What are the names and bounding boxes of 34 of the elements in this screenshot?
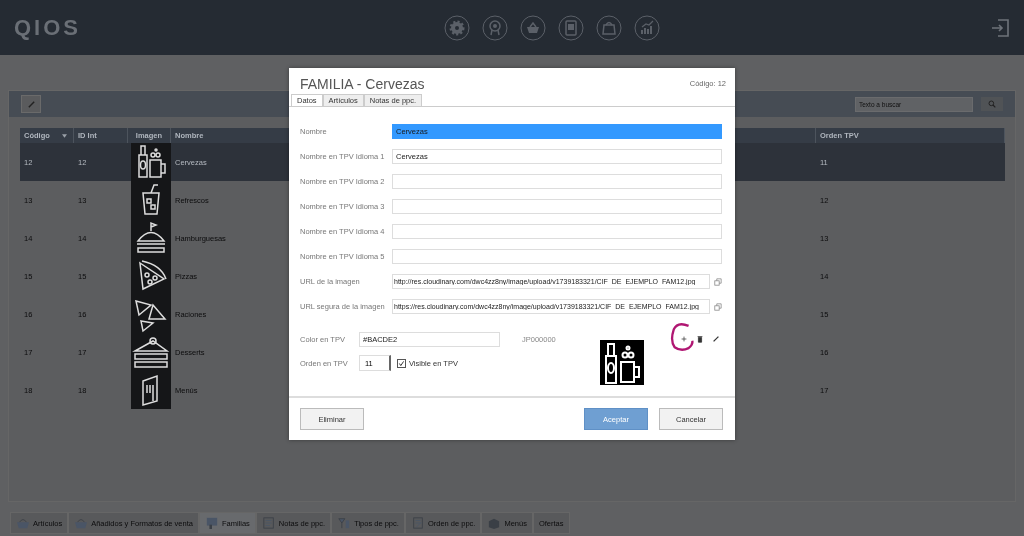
basket-icon: [16, 517, 30, 529]
logout-icon[interactable]: [990, 17, 1010, 38]
glass-icon: [337, 517, 352, 529]
basket-icon[interactable]: [520, 14, 546, 41]
board-icon: [204, 517, 219, 529]
edit-button[interactable]: [21, 95, 41, 113]
cake-icon: [131, 333, 171, 371]
copy-icon[interactable]: [714, 302, 722, 311]
chart-icon[interactable]: [634, 14, 660, 41]
box-icon: [487, 517, 502, 529]
settings-icon[interactable]: [444, 14, 470, 41]
list-icon: [410, 517, 425, 529]
text-field[interactable]: [392, 174, 722, 189]
tablet-icon[interactable]: [558, 14, 584, 41]
logo: QIOS: [14, 14, 82, 41]
add-icon[interactable]: [680, 335, 688, 343]
trash-icon[interactable]: [696, 335, 704, 343]
search-icon: [988, 100, 996, 108]
text-field[interactable]: [392, 199, 722, 214]
menu-card-icon: [131, 371, 171, 409]
soda-cup-icon: [131, 181, 171, 219]
basket-icon: [74, 517, 89, 529]
beer-icon: [131, 143, 171, 181]
search-button[interactable]: [981, 97, 1003, 111]
checkbox[interactable]: [397, 358, 406, 368]
sort-arrow-icon: [62, 133, 67, 138]
dialog-title: FAMILIA - Cervezas: [300, 75, 425, 92]
text-field[interactable]: [392, 224, 722, 239]
shopping-bag-icon[interactable]: [596, 14, 622, 41]
pencil-icon: [26, 99, 36, 109]
medal-icon[interactable]: [482, 14, 508, 41]
pencil-icon[interactable]: [712, 335, 720, 343]
text-field[interactable]: [392, 249, 722, 264]
copy-icon[interactable]: [714, 277, 722, 286]
